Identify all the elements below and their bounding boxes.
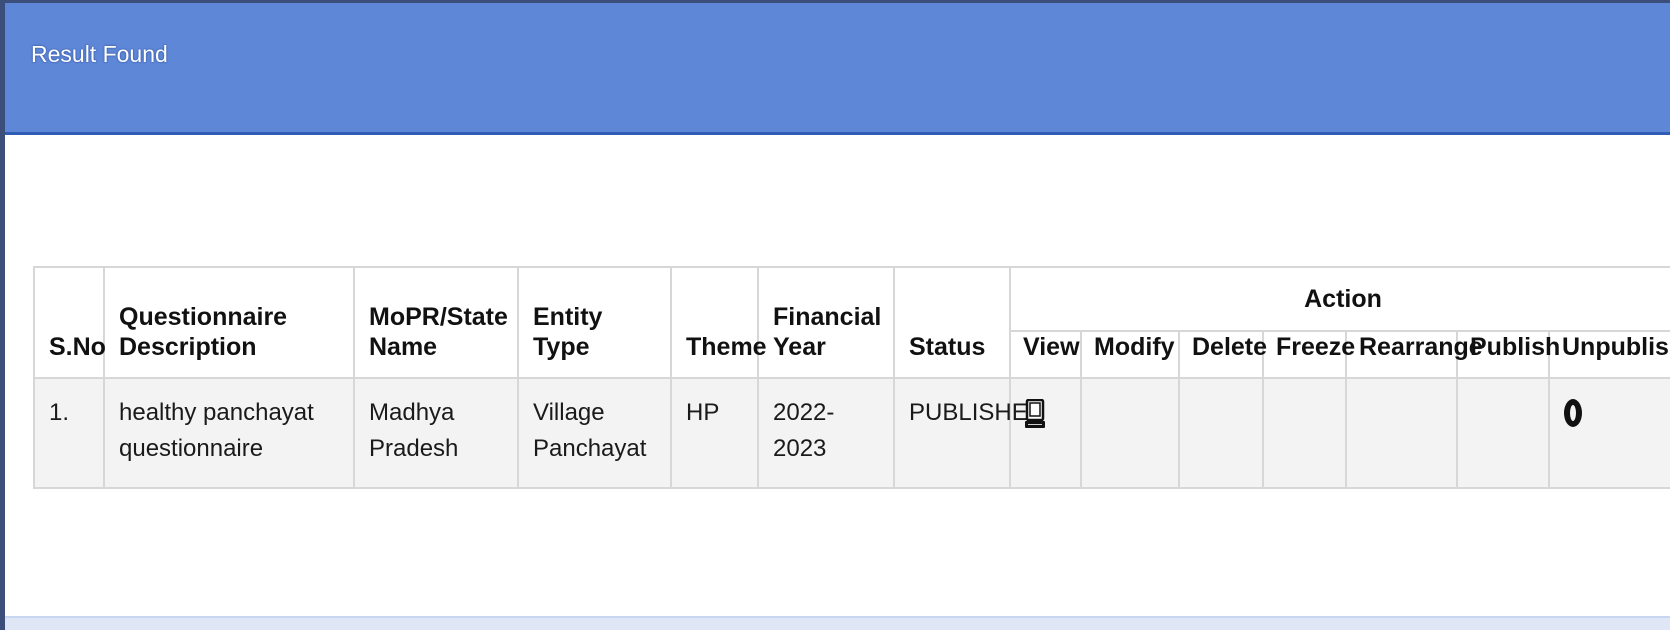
header-row-top: S.No Questionnaire Description MoPR/Stat…	[33, 266, 1670, 379]
cell-sno: 1.	[33, 376, 105, 489]
table-row: 1. healthy panchayat questionnaire Madhy…	[33, 376, 1670, 489]
cell-entity-type: Village Panchayat	[517, 376, 672, 489]
col-header-freeze: Freeze	[1262, 330, 1355, 379]
cell-description: healthy panchayat questionnaire	[103, 376, 355, 489]
col-header-entity-type: Entity Type	[517, 266, 672, 379]
cell-theme: HP	[670, 376, 759, 489]
cell-unpublish	[1547, 376, 1670, 489]
cell-delete	[1178, 376, 1264, 489]
col-header-description: Questionnaire Description	[103, 266, 355, 379]
col-header-status: Status	[893, 266, 1011, 379]
col-header-rearrange: Rearrange	[1345, 330, 1483, 379]
col-header-view: View	[1009, 330, 1082, 379]
col-header-action: Action	[1008, 266, 1670, 332]
cell-financial-year: 2022-2023	[757, 376, 895, 489]
cell-status: PUBLISHED	[893, 376, 1045, 489]
cell-state: Madhya Pradesh	[353, 376, 519, 489]
cell-publish	[1456, 376, 1550, 489]
panel-header: Result Found	[5, 3, 1670, 135]
view-computer-icon[interactable]	[1025, 398, 1045, 440]
col-header-publish: Publish	[1456, 330, 1560, 379]
col-header-theme: Theme	[670, 266, 767, 379]
results-table: S.No Questionnaire Description MoPR/Stat…	[33, 266, 1670, 489]
col-header-modify: Modify	[1080, 330, 1180, 379]
panel-footer	[5, 616, 1670, 630]
col-header-financial-year: Financial Year	[757, 266, 895, 379]
col-header-delete: Delete	[1178, 330, 1267, 379]
cell-freeze	[1262, 376, 1347, 489]
cell-rearrange	[1345, 376, 1458, 489]
col-header-sno: S.No	[33, 266, 106, 379]
panel-title: Result Found	[31, 41, 168, 67]
cell-modify	[1080, 376, 1180, 489]
col-header-unpublish: Unpublish	[1547, 330, 1670, 379]
col-header-state: MoPR/State Name	[353, 266, 519, 379]
result-panel: Result Found S.No Questionnaire Descript…	[0, 0, 1670, 630]
unpublish-circle-icon[interactable]	[1564, 398, 1582, 427]
